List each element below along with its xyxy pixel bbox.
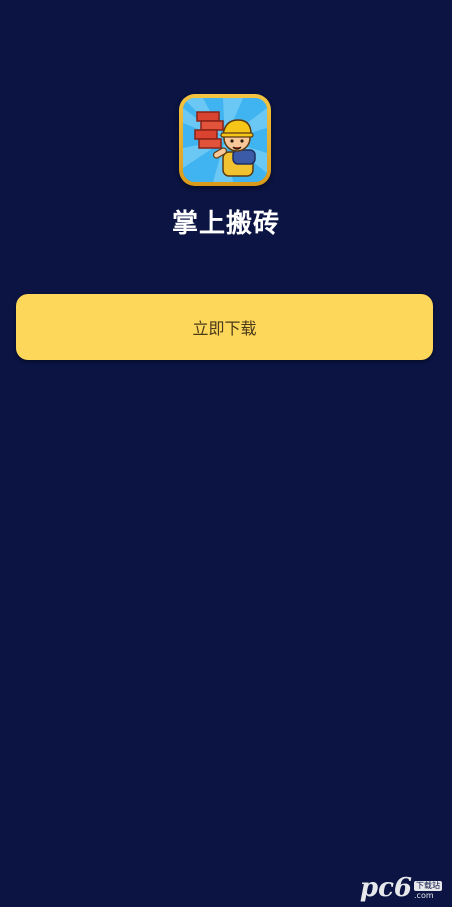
- brick-worker-icon: [183, 98, 267, 182]
- app-title: 掌上搬砖: [171, 209, 280, 239]
- app-icon-artwork: [183, 98, 267, 182]
- app-icon: [179, 94, 271, 186]
- download-button-label: 立即下载: [192, 319, 257, 338]
- watermark: pc6 下载站 .com: [360, 875, 442, 901]
- watermark-tag: 下载站: [414, 881, 442, 891]
- watermark-side: 下载站 .com: [414, 881, 442, 901]
- watermark-domain: .com: [414, 891, 434, 900]
- watermark-logo: pc6: [359, 873, 412, 903]
- download-button[interactable]: 立即下载: [16, 294, 433, 360]
